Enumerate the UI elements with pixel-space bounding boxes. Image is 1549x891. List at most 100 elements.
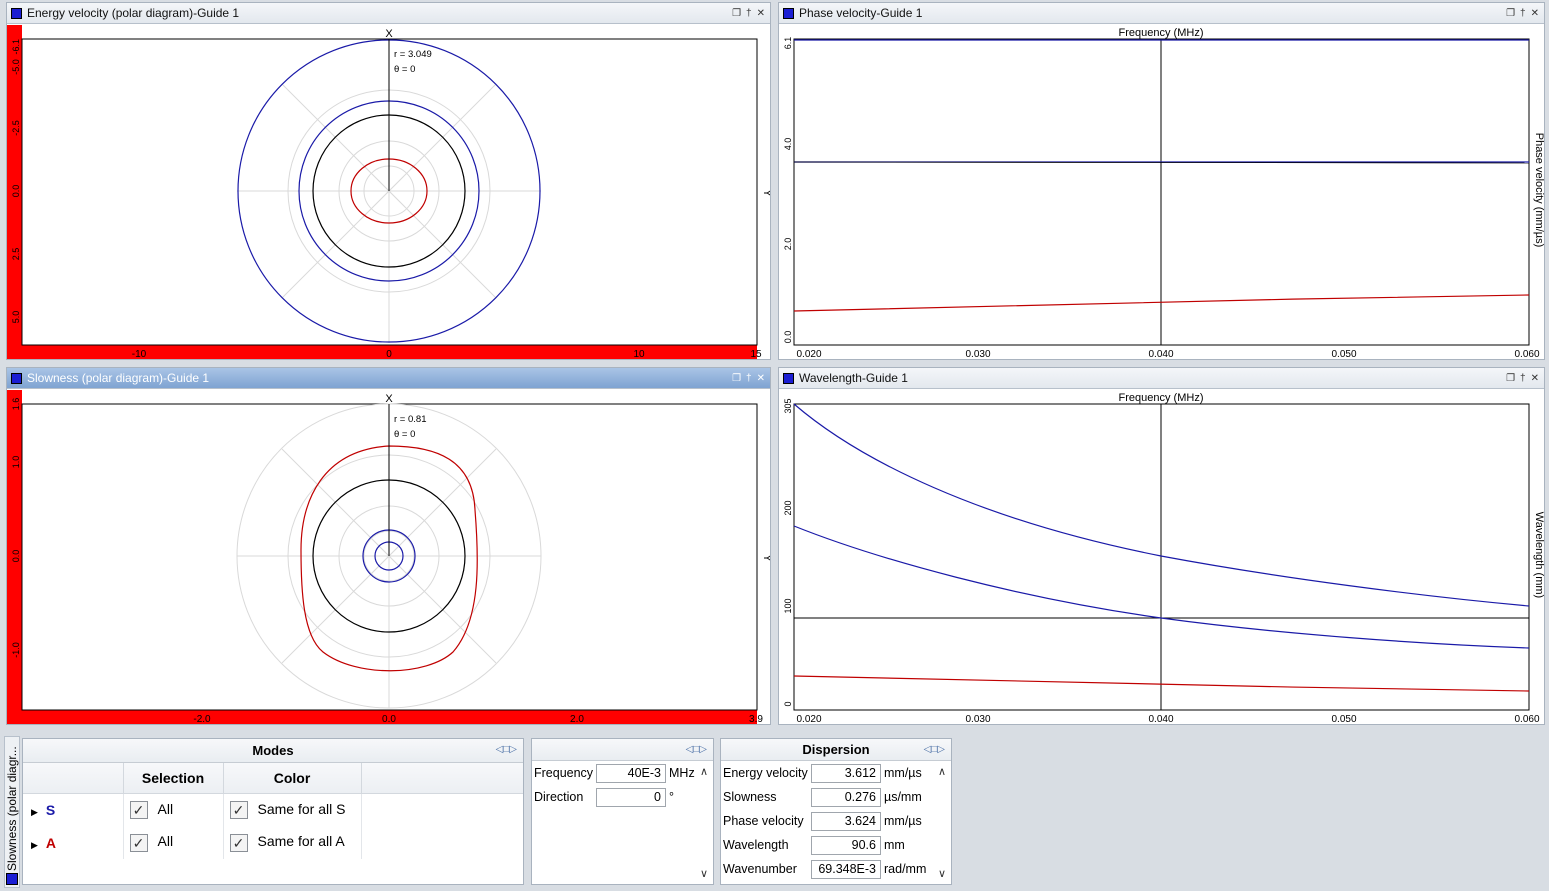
restore-icon[interactable]: ❐ [1506,373,1515,384]
y-tick-label: 100 [783,598,793,613]
phase-velocity-row: Phase velocity 3.624 mm/µs [721,809,951,833]
close-icon[interactable]: ✕ [1531,8,1539,19]
y-tick-label: 0.0 [783,331,793,344]
selection-checkbox[interactable]: ✓ [129,800,148,819]
direction-label: Direction [534,790,584,804]
wavelength-panel[interactable]: Wavelength-Guide 1 ❐ † ✕ Frequency (MHz)… [778,367,1545,725]
chevron-up-icon[interactable]: ∧ [697,765,711,778]
energy-velocity-panel[interactable]: Energy velocity (polar diagram)-Guide 1 … [6,2,771,360]
result-value: 3.612 [811,763,881,783]
table-row[interactable]: ▶ A ✓ All ✓ Same for all A [23,826,523,859]
y-tick-label: 0.0 [11,185,21,198]
pin-icon[interactable]: † [746,8,752,19]
side-tab-label: Slowness (polar diagr... [5,746,19,871]
slowness-titlebar[interactable]: Slowness (polar diagram)-Guide 1 ❐ † ✕ [7,368,770,389]
selection-checkbox[interactable]: ✓ [129,833,148,852]
mode-name: A [45,834,57,851]
r-readout: r = 0.81 [394,414,426,425]
energy-velocity-plot[interactable]: X Y r = 3.049 θ = 0 -10 0 10 15 -6.1 -5.… [7,25,771,360]
result-label: Wavenumber [723,862,797,876]
color-checkbox[interactable]: ✓ [229,833,248,852]
x-tick-label: 0.060 [1514,714,1539,725]
y-tick-label: 1.6 [11,398,21,411]
r-readout: r = 3.049 [394,49,432,60]
panel-title: Energy velocity (polar diagram)-Guide 1 [27,6,240,20]
panel-title: Slowness (polar diagram)-Guide 1 [27,371,210,385]
y-tick-label: -6.1 [11,39,21,55]
inputs-header: ◁□▷ [532,739,713,761]
pin-icon[interactable]: † [746,373,752,384]
pin-icon[interactable]: † [1520,8,1526,19]
slowness-row: Slowness 0.276 µs/mm [721,785,951,809]
chevron-up-icon[interactable]: ∧ [935,765,949,778]
dispersion-title: Dispersion [802,742,870,757]
y-tick-label: 2.0 [783,238,793,251]
result-label: Wavelength [723,838,789,852]
x-tick-label: 2.0 [570,714,584,725]
axis-x-label: X [385,28,393,40]
axis-x-label: X [385,393,393,405]
mode-name: S [45,801,56,818]
y-tick-label: 1.0 [11,456,21,469]
table-header-filler [361,763,523,794]
expand-arrow-icon[interactable]: ▶ [31,807,38,817]
x-tick-label: 0.050 [1331,349,1356,360]
selection-label: All [157,800,174,817]
y-tick-label: 4.0 [783,138,793,151]
axis-y-label: Y [761,189,771,197]
x-tick-label: 0.030 [965,714,990,725]
panel-title: Wavelength-Guide 1 [799,371,908,385]
phase-velocity-titlebar[interactable]: Phase velocity-Guide 1 ❐ † ✕ [779,3,1544,24]
modes-table: Selection Color ▶ S ✓ All ✓ Same for all S … [23,763,523,859]
pin-panel-icon[interactable]: ◁□▷ [496,744,517,755]
slowness-panel[interactable]: Slowness (polar diagram)-Guide 1 ❐ † ✕ X… [6,367,771,725]
restore-icon[interactable]: ❐ [732,373,741,384]
x-tick-label: -10 [132,349,147,360]
result-unit: mm/µs [884,766,922,780]
chevron-down-icon[interactable]: ∨ [935,867,949,880]
table-row[interactable]: ▶ S ✓ All ✓ Same for all S [23,793,523,826]
pin-icon[interactable]: † [1520,373,1526,384]
inputs-panel: ◁□▷ Frequency 40E-3 MHz Direction 0 ° ∧ … [531,738,714,885]
table-header-color: Color [223,763,362,794]
y-tick-label: 200 [783,500,793,515]
frequency-unit: MHz [669,766,695,780]
restore-icon[interactable]: ❐ [732,8,741,19]
energy-velocity-titlebar[interactable]: Energy velocity (polar diagram)-Guide 1 … [7,3,770,24]
x-tick-label: 0.030 [965,349,990,360]
y-axis-title: Wavelength (mm) [1533,512,1545,598]
panel-icon [11,7,22,19]
frequency-row: Frequency 40E-3 MHz [532,761,713,785]
close-icon[interactable]: ✕ [757,373,765,384]
direction-input[interactable]: 0 [596,787,666,807]
restore-icon[interactable]: ❐ [1506,8,1515,19]
y-tick-label: 305 [783,398,793,413]
x-axis-title: Frequency (MHz) [1119,27,1204,39]
wavelength-row: Wavelength 90.6 mm [721,833,951,857]
y-tick-label: 5.0 [11,311,21,324]
result-label: Phase velocity [723,814,804,828]
x-axis-title: Frequency (MHz) [1119,392,1204,404]
wavelength-plot[interactable]: Frequency (MHz) Wavelength (mm) 0.020 0.… [779,390,1545,725]
result-label: Energy velocity [723,766,808,780]
color-checkbox[interactable]: ✓ [229,800,248,819]
chevron-down-icon[interactable]: ∨ [697,867,711,880]
y-tick-label: 0.0 [11,550,21,563]
x-tick-label: 0.020 [796,714,821,725]
x-tick-label: 0.020 [796,349,821,360]
wavelength-titlebar[interactable]: Wavelength-Guide 1 ❐ † ✕ [779,368,1544,389]
pin-panel-icon[interactable]: ◁□▷ [924,744,945,755]
side-tab[interactable]: Slowness (polar diagr... [4,736,20,888]
frequency-input[interactable]: 40E-3 [596,763,666,783]
x-tick-label: 3.9 [749,714,763,725]
phase-velocity-panel[interactable]: Phase velocity-Guide 1 ❐ † ✕ Frequency (… [778,2,1545,360]
expand-arrow-icon[interactable]: ▶ [31,840,38,850]
result-unit: rad/mm [884,862,927,876]
pin-panel-icon[interactable]: ◁□▷ [686,744,707,755]
close-icon[interactable]: ✕ [1531,373,1539,384]
phase-velocity-plot[interactable]: Frequency (MHz) Phase velocity (mm/µs) 0… [779,25,1545,360]
panel-icon [6,873,18,885]
panel-icon [11,372,22,384]
slowness-plot[interactable]: X Y r = 0.81 θ = 0 -2.0 0.0 2.0 3.9 1.6 … [7,390,771,725]
close-icon[interactable]: ✕ [757,8,765,19]
